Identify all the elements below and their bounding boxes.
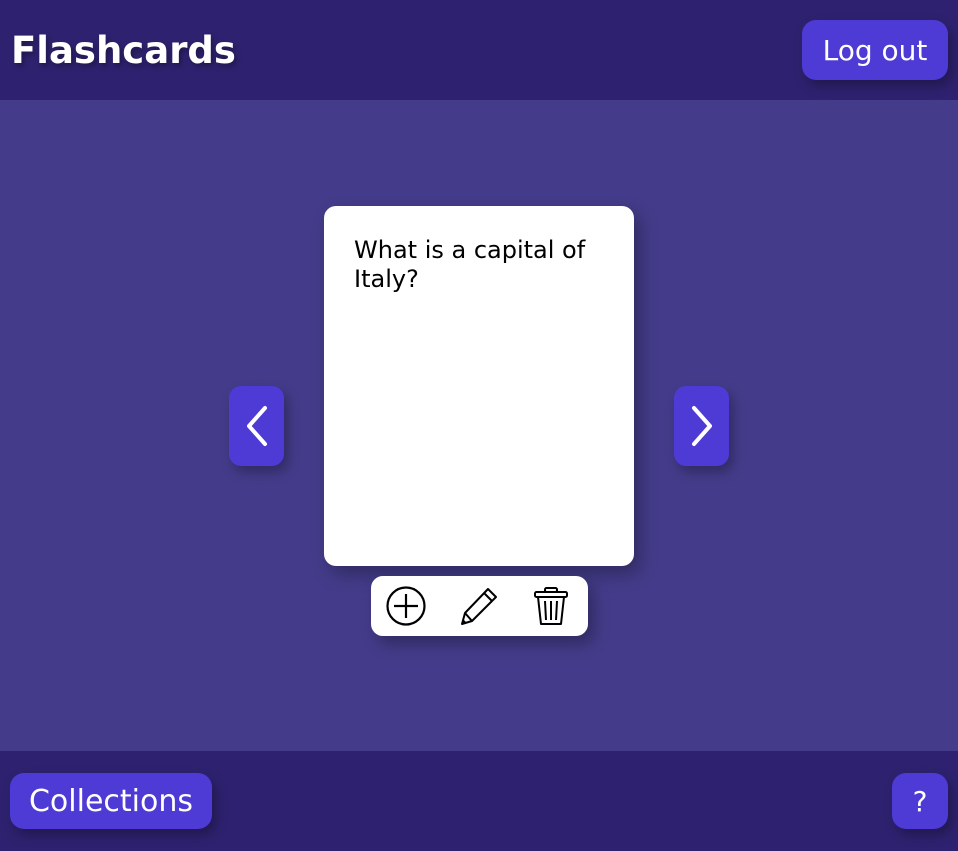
flashcard[interactable]: What is a capital of Italy? — [324, 206, 634, 566]
chevron-right-icon — [691, 406, 712, 446]
plus-circle-icon — [386, 586, 426, 626]
help-button[interactable]: ? — [892, 773, 948, 829]
pencil-icon — [461, 588, 497, 625]
previous-card-button[interactable] — [229, 386, 284, 466]
edit-card-button[interactable] — [457, 584, 501, 628]
collections-button[interactable]: Collections — [10, 773, 212, 829]
app-title: Flashcards — [11, 29, 236, 72]
add-card-button[interactable] — [384, 584, 428, 628]
next-card-button[interactable] — [674, 386, 729, 466]
delete-card-button[interactable] — [529, 584, 573, 628]
trash-icon — [534, 587, 568, 625]
logout-button[interactable]: Log out — [802, 20, 948, 80]
flashcard-text: What is a capital of Italy? — [354, 236, 586, 293]
chevron-left-icon — [246, 406, 267, 446]
card-toolbar — [371, 576, 588, 636]
